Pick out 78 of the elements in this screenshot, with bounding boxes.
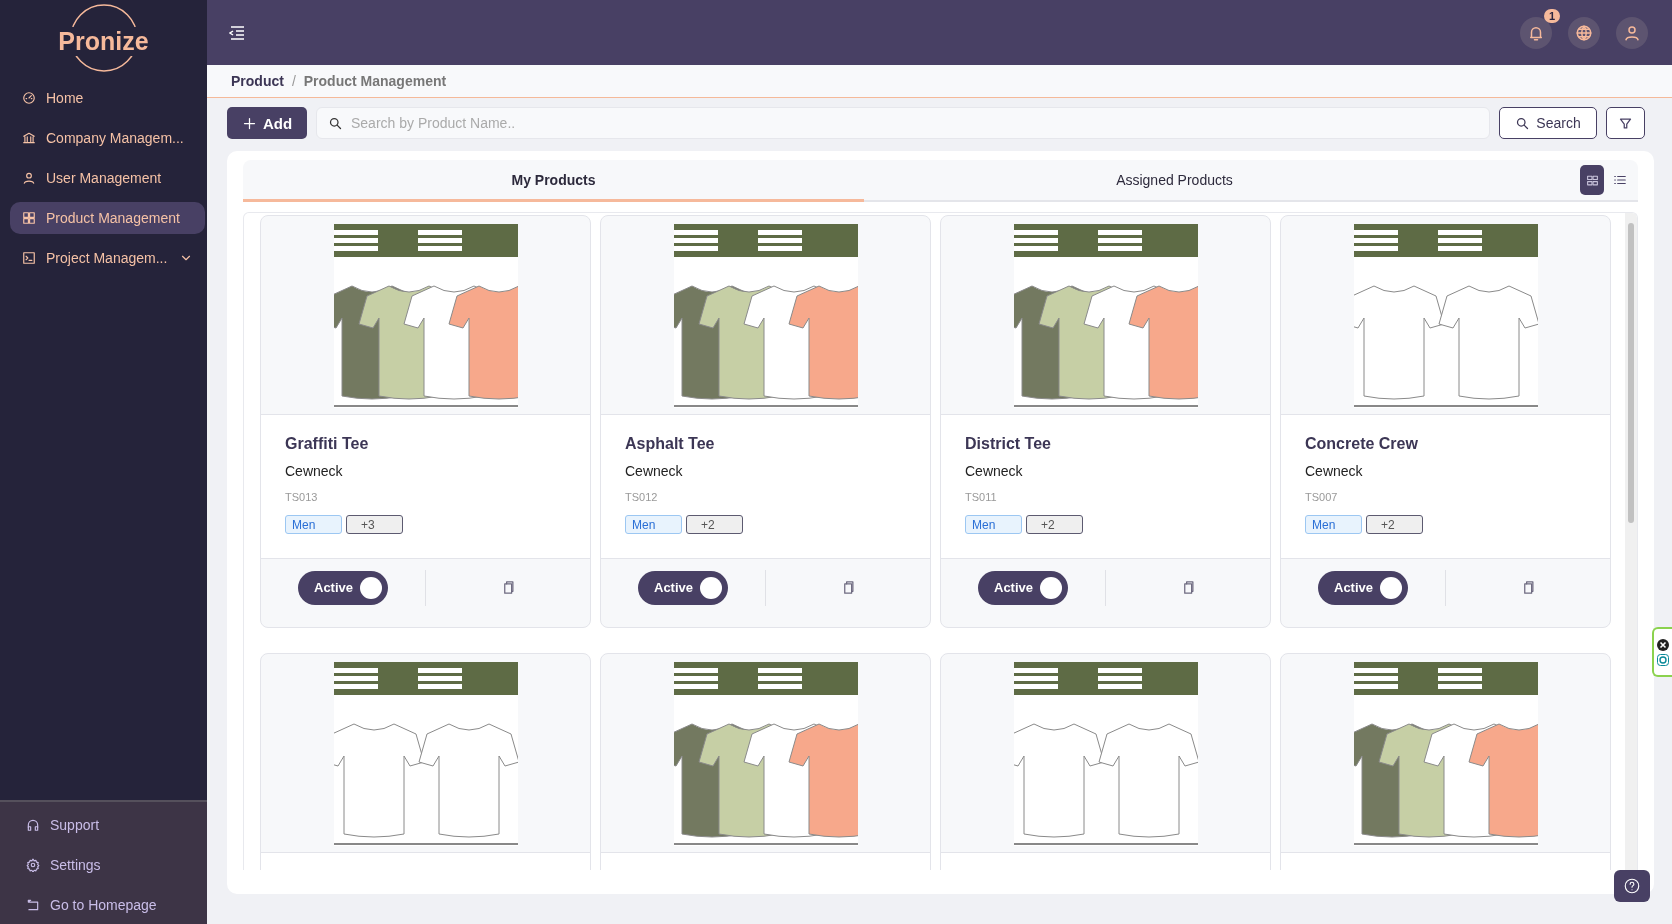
grid-icon [1585,173,1599,187]
category-tag: Men [285,515,342,534]
product-style: Cewneck [625,463,684,479]
headphones-icon [26,818,40,832]
sidebar-label: Home [46,90,85,106]
extension-icon[interactable] [1657,653,1669,666]
sidebar-label: Product Management [46,210,181,226]
close-icon[interactable] [1657,638,1669,651]
filter-icon [1618,115,1633,131]
category-tag: Men [965,515,1022,534]
list-icon [1613,173,1627,187]
gauge-icon [22,91,36,105]
add-button[interactable]: Add [227,107,307,139]
product-card[interactable]: District Tee Cewneck TS011 Men +2 Active [940,215,1271,628]
product-style: Cewneck [965,463,1024,479]
sidebar-label: Company Managem... [46,130,185,146]
category-tag: Men [625,515,682,534]
bank-icon [22,131,36,145]
extension-widget[interactable] [1652,627,1672,677]
search-field[interactable]: Search by Product Name.. [316,107,1490,139]
help-icon [1623,877,1641,895]
product-name: Concrete Crew [1305,435,1419,453]
globe-icon [1575,23,1593,42]
product-card[interactable]: Asphalt Tee Cewneck TS012 Men +2 Active [600,215,931,628]
sidebar-footer-item[interactable]: Go to Homepage [26,894,207,916]
product-style: Cewneck [1305,463,1364,479]
breadcrumb-link[interactable]: Product Management [303,73,447,89]
user-icon [22,171,36,185]
menu-collapse-icon[interactable] [229,25,245,40]
more-tags[interactable]: +3 [346,515,403,534]
breadcrumb-separator: / [291,73,296,89]
notification-count: 1 [1543,8,1560,23]
tab[interactable]: My Products [243,160,864,202]
return-icon [26,898,40,912]
more-tags[interactable]: +2 [1366,515,1423,534]
user-icon [1623,23,1641,42]
terminal-icon [22,251,36,265]
logo: Pronize [57,26,150,56]
status-toggle[interactable]: Active [1318,570,1408,605]
language-button[interactable] [1568,16,1600,49]
sidebar-item[interactable]: Company Managem... [10,122,205,154]
more-tags[interactable]: +2 [1026,515,1083,534]
product-name: District Tee [965,435,1052,453]
settings-icon [26,858,40,872]
product-name: Graffiti Tee [285,435,370,453]
profile-button[interactable] [1616,16,1648,49]
breadcrumb-link[interactable]: Product [231,73,284,89]
product-name: Asphalt Tee [625,435,716,453]
sidebar-item[interactable]: Home [10,82,205,114]
grid-icon [22,211,36,225]
search-button[interactable]: Search [1499,107,1597,139]
sidebar-label: User Management [46,170,163,186]
grid-view-button[interactable] [1580,165,1604,195]
scrollbar[interactable] [1625,213,1637,870]
product-card[interactable]: Concrete Crew Cewneck TS007 Men +2 Active [1280,215,1611,628]
status-toggle[interactable]: Active [298,570,388,605]
help-button[interactable] [1614,870,1650,902]
tab[interactable]: Assigned Products [864,160,1485,202]
product-code: TS011 [965,491,998,503]
product-code: TS012 [625,491,659,503]
status-toggle[interactable]: Active [638,570,728,605]
sidebar-footer-item[interactable]: Settings [26,854,207,876]
plus-icon [241,115,257,131]
product-code: TS007 [1305,491,1339,503]
status-toggle[interactable]: Active [978,570,1068,605]
product-card[interactable]: Graffiti Tee Cewneck TS013 Men +3 Active [260,215,591,628]
sidebar-item[interactable]: Project Managem... [10,242,205,274]
category-tag: Men [1305,515,1362,534]
filter-button[interactable] [1606,107,1645,139]
sidebar-item[interactable]: Product Management [10,202,205,234]
search-icon [328,116,343,131]
sidebar-item[interactable]: User Management [10,162,205,194]
more-tags[interactable]: +2 [686,515,743,534]
sidebar-label: Project Managem... [46,250,169,266]
sidebar-footer-item[interactable]: Support [26,814,207,836]
search-icon [1515,115,1531,131]
product-code: TS013 [285,491,319,503]
product-style: Cewneck [285,463,344,479]
